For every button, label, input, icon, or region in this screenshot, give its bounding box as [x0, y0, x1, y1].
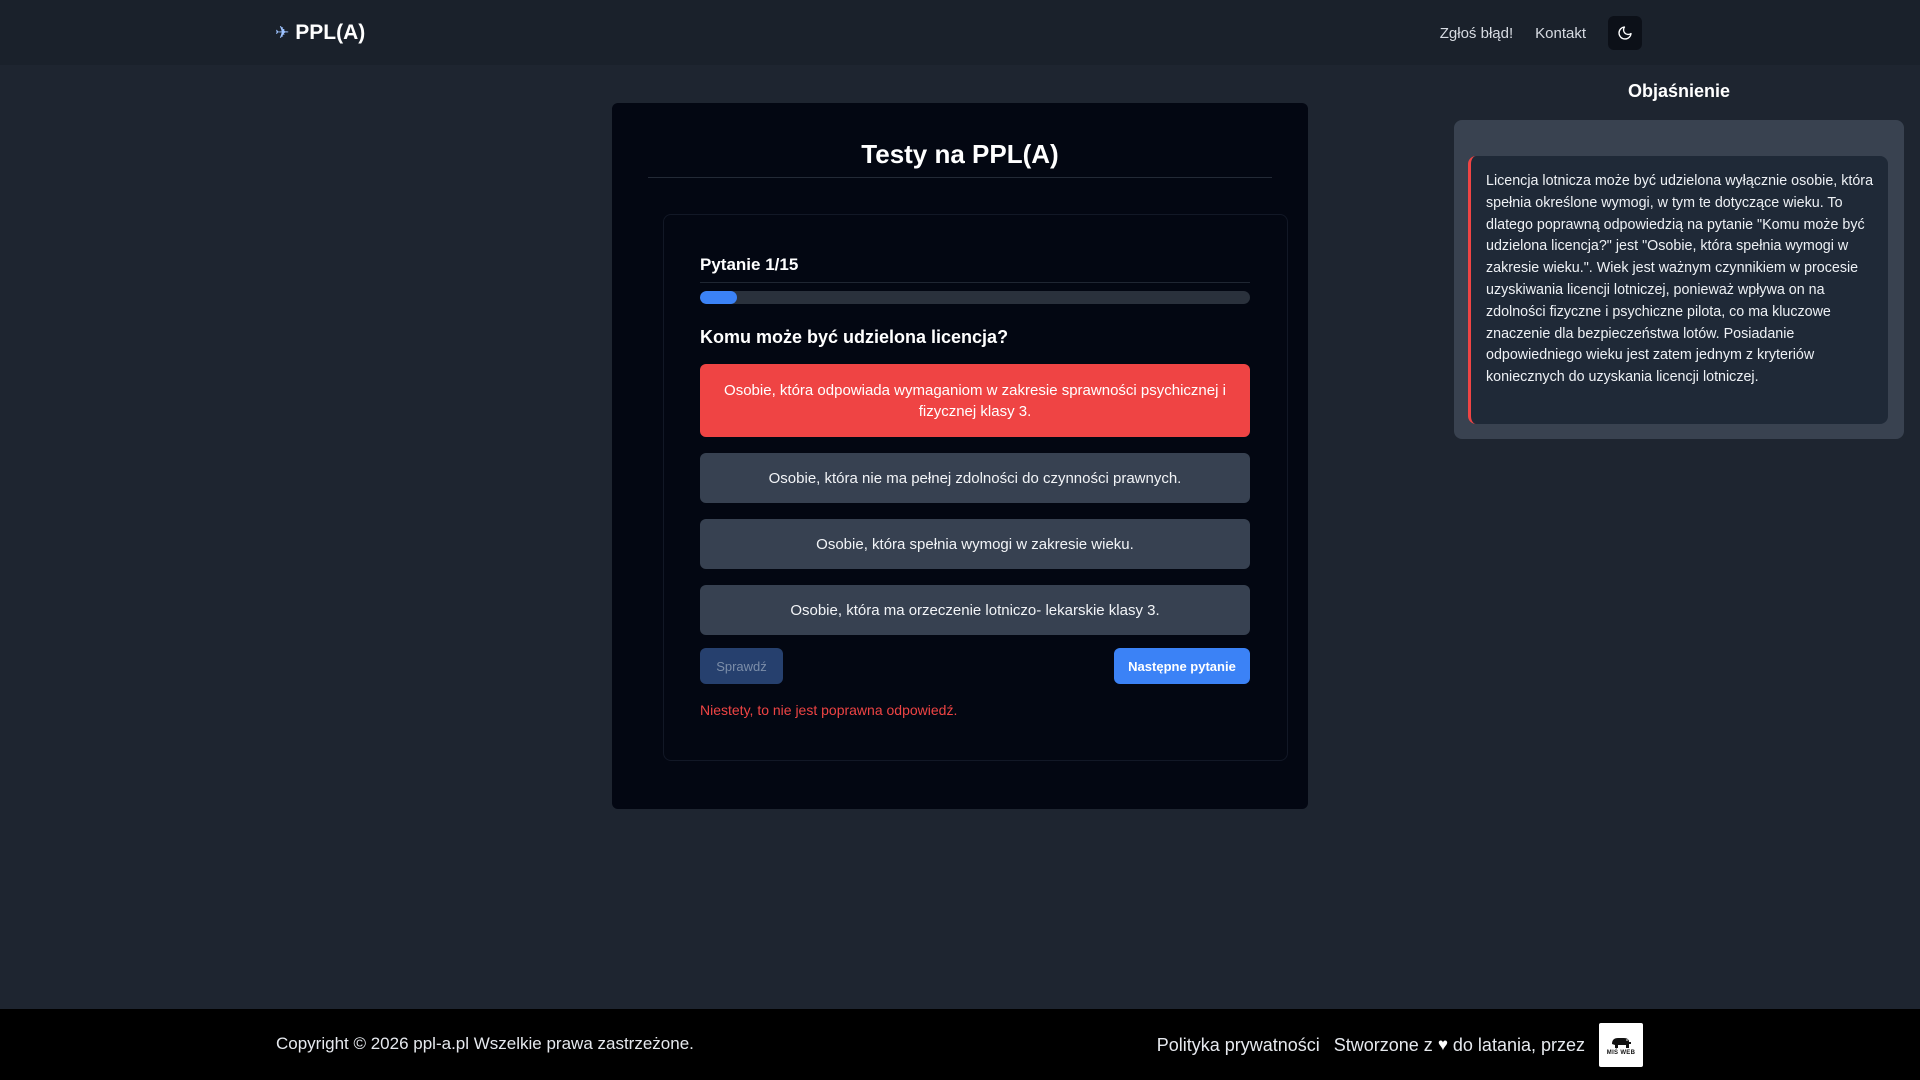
explanation-text: Licencja lotnicza może być udzielona wył… [1468, 156, 1888, 424]
answer-option[interactable]: Osobie, która ma orzeczenie lotniczo- le… [700, 585, 1250, 635]
brand-link[interactable]: ✈ PPL(A) [275, 18, 365, 48]
moon-icon [1618, 26, 1632, 40]
page-title: Testy na PPL(A) [861, 139, 1059, 169]
answer-option[interactable]: Osobie, która nie ma pełnej zdolności do… [700, 453, 1250, 503]
contact-link[interactable]: Kontakt [1535, 25, 1586, 42]
author-logo-link[interactable]: MIŚ WEB [1599, 1023, 1643, 1067]
question-text: Komu może być udzielona licencja? [700, 327, 1009, 347]
divider [648, 177, 1272, 178]
heart-icon: ♥ [1437, 1035, 1448, 1054]
answer-option[interactable]: Osobie, która spełnia wymogi w zakresie … [700, 519, 1250, 569]
bear-logo-icon [1612, 1037, 1631, 1048]
answer-list: Osobie, która odpowiada wymaganiom w zak… [700, 364, 1250, 651]
made-with-text: Stworzone z ♥ do latania, przez [1334, 1035, 1585, 1056]
quiz-card: Testy na PPL(A) Pytanie 1/15 Komu może b… [612, 103, 1308, 809]
theme-toggle-button[interactable] [1608, 16, 1642, 50]
nav-links: Zgłoś błąd! Kontakt [1440, 16, 1642, 50]
navbar: ✈ PPL(A) Zgłoś błąd! Kontakt [0, 0, 1920, 65]
progress-fill [700, 291, 737, 304]
feedback-message: Niestety, to nie jest poprawna odpowiedź… [700, 702, 958, 718]
logo-text: MIŚ WEB [1606, 1049, 1636, 1056]
privacy-policy-link[interactable]: Polityka prywatności [1157, 1035, 1320, 1056]
explanation-panel: Licencja lotnicza może być udzielona wył… [1454, 120, 1904, 439]
question-card: Pytanie 1/15 Komu może być udzielona lic… [663, 214, 1288, 761]
footer-links: Polityka prywatności Stworzone z ♥ do la… [1157, 1023, 1643, 1067]
next-question-button[interactable]: Następne pytanie [1114, 648, 1250, 684]
copyright-text: Copyright © 2026 ppl-a.pl Wszelkie prawa… [276, 1034, 694, 1053]
answer-option-wrong[interactable]: Osobie, która odpowiada wymaganiom w zak… [700, 364, 1250, 437]
explanation-heading: Objaśnienie [1627, 81, 1731, 101]
made-with-prefix: Stworzone z [1333, 1034, 1433, 1055]
brand-title: PPL(A) [295, 21, 366, 44]
footer: Copyright © 2026 ppl-a.pl Wszelkie prawa… [0, 1009, 1920, 1080]
check-button[interactable]: Sprawdź [700, 648, 783, 684]
airplane-icon: ✈ [275, 23, 290, 42]
report-error-link[interactable]: Zgłoś błąd! [1440, 25, 1513, 42]
progress-bar [700, 291, 1250, 304]
question-counter: Pytanie 1/15 [700, 255, 799, 274]
made-with-suffix: do latania, przez [1452, 1034, 1585, 1055]
divider [700, 282, 1250, 283]
